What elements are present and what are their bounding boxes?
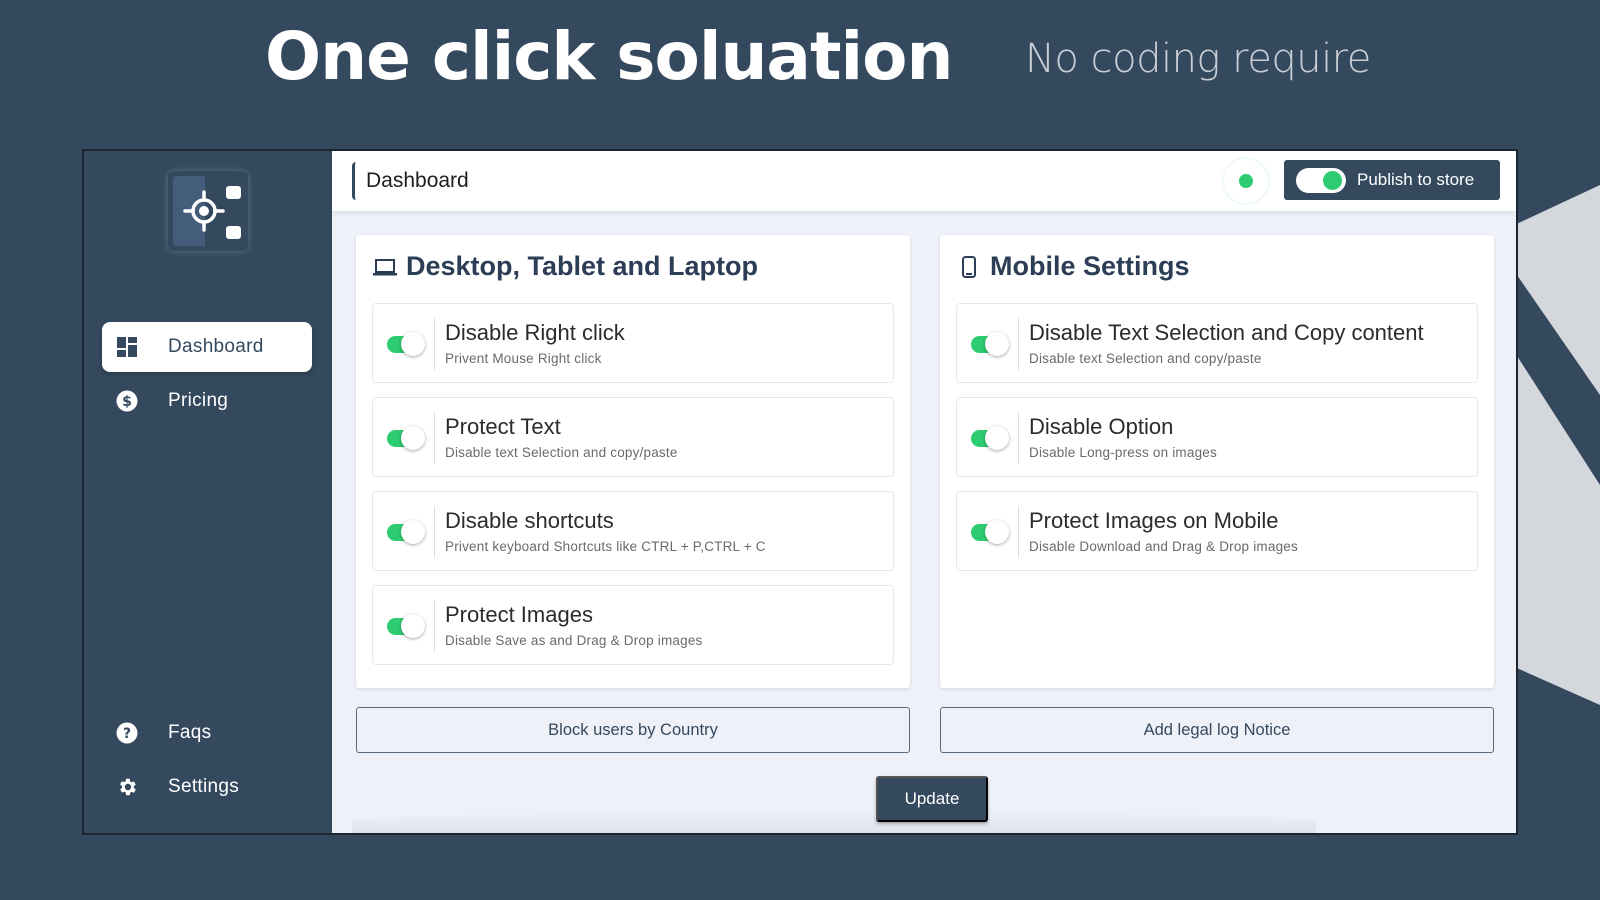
publish-to-store-button[interactable]: Publish to store (1284, 160, 1500, 200)
sidebar: Dashboard $ Pricing ? Faqs Settings (84, 151, 332, 833)
dollar-circle-icon: $ (116, 390, 138, 412)
sidebar-item-dashboard[interactable]: Dashboard (102, 322, 312, 372)
sidebar-item-settings[interactable]: Settings (102, 762, 312, 812)
toggle-switch[interactable] (971, 426, 1009, 450)
setting-description: Disable text Selection and copy/paste (1029, 351, 1262, 366)
card-title: Desktop, Tablet and Laptop (406, 251, 759, 281)
crosshair-logo-icon (183, 186, 241, 239)
sidebar-item-faqs[interactable]: ? Faqs (102, 708, 312, 758)
svg-text:?: ? (123, 726, 131, 742)
setting-description: Disable text Selection and copy/paste (445, 445, 678, 460)
setting-description: Privent Mouse Right click (445, 351, 602, 366)
setting-protect-images: Protect Images Disable Save as and Drag … (372, 585, 894, 665)
add-legal-notice-button[interactable]: Add legal log Notice (940, 707, 1494, 753)
setting-description: Privent keyboard Shortcuts like CTRL + P… (445, 539, 766, 554)
sidebar-item-label: Dashboard (168, 336, 264, 357)
app-logo[interactable] (168, 171, 248, 251)
decorative-shapes (1510, 185, 1600, 705)
toggle-switch[interactable] (971, 520, 1009, 544)
hero-subtitle: No coding require (1025, 36, 1371, 82)
top-bar: Dashboard Publish to store (332, 151, 1516, 211)
setting-protect-images-mobile: Protect Images on Mobile Disable Downloa… (956, 491, 1478, 571)
block-users-by-country-button[interactable]: Block users by Country (356, 707, 910, 753)
setting-title: Disable Text Selection and Copy content (1029, 320, 1424, 345)
svg-text:$: $ (122, 394, 132, 410)
sidebar-item-label: Pricing (168, 390, 229, 411)
main-content: Dashboard Publish to store Desktop, Tabl… (332, 151, 1516, 833)
question-circle-icon: ? (116, 722, 138, 744)
toggle-switch[interactable] (971, 332, 1009, 356)
setting-disable-text-selection: Disable Text Selection and Copy content … (956, 303, 1478, 383)
setting-disable-right-click: Disable Right click Privent Mouse Right … (372, 303, 894, 383)
setting-title: Protect Images on Mobile (1029, 508, 1279, 533)
setting-title: Protect Text (445, 414, 561, 439)
sidebar-item-label: Faqs (168, 722, 212, 743)
toggle-switch[interactable] (387, 426, 425, 450)
mobile-settings-card: Mobile Settings Disable Text Selection a… (940, 235, 1494, 688)
status-indicator (1222, 157, 1270, 205)
laptop-icon (372, 254, 398, 280)
setting-title: Protect Images (445, 602, 593, 627)
app-window: Dashboard $ Pricing ? Faqs Settings Dash… (82, 149, 1518, 835)
toggle-switch[interactable] (387, 614, 425, 638)
status-online-icon (1239, 174, 1253, 188)
dashboard-grid-icon (116, 336, 138, 358)
sidebar-item-pricing[interactable]: $ Pricing (102, 376, 312, 426)
bottom-shadow (352, 811, 1316, 833)
mobile-phone-icon (956, 254, 982, 280)
setting-disable-option: Disable Option Disable Long-press on ima… (956, 397, 1478, 477)
setting-title: Disable Option (1029, 414, 1174, 439)
toggle-switch[interactable] (387, 332, 425, 356)
setting-description: Disable Download and Drag & Drop images (1029, 539, 1298, 554)
setting-disable-shortcuts: Disable shortcuts Privent keyboard Short… (372, 491, 894, 571)
publish-toggle[interactable] (1296, 167, 1346, 193)
setting-title: Disable shortcuts (445, 508, 614, 533)
setting-description: Disable Long-press on images (1029, 445, 1217, 460)
page-title: Dashboard (352, 162, 469, 200)
card-title: Mobile Settings (990, 251, 1190, 281)
hero-title: One click soluation (265, 18, 953, 95)
desktop-settings-card: Desktop, Tablet and Laptop Disable Right… (356, 235, 910, 688)
publish-label: Publish to store (1357, 170, 1475, 189)
setting-description: Disable Save as and Drag & Drop images (445, 633, 703, 648)
update-button[interactable]: Update (876, 776, 988, 822)
setting-title: Disable Right click (445, 320, 625, 345)
gear-icon (116, 776, 138, 798)
setting-protect-text: Protect Text Disable text Selection and … (372, 397, 894, 477)
toggle-switch[interactable] (387, 520, 425, 544)
sidebar-item-label: Settings (168, 776, 240, 797)
